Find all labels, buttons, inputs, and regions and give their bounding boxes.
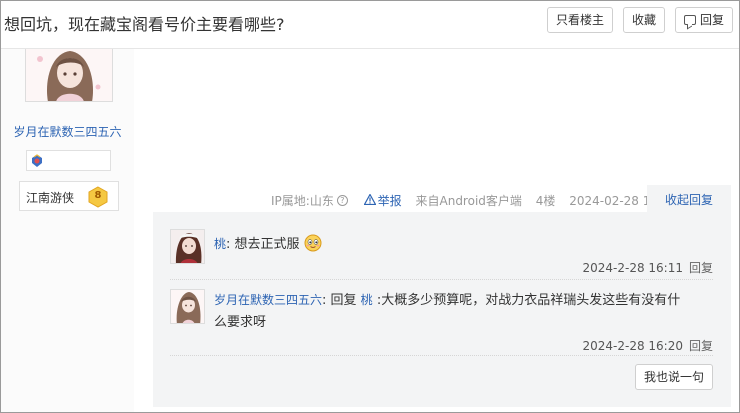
ip-location: IP属地:山东	[271, 194, 334, 208]
smile-emoji-icon	[304, 234, 322, 252]
report-label: 举报	[377, 194, 402, 208]
avatar-image	[171, 290, 204, 323]
post-source: 来自Android客户端	[415, 194, 522, 208]
sub-reply-reply-to[interactable]: 桃	[361, 293, 373, 307]
sub-reply-reply-link[interactable]: 回复	[689, 261, 713, 275]
thread-header: 想回坑，现在藏宝阁看号价主要看哪些? 只看楼主 收藏 回复	[1, 1, 739, 49]
favorite-button[interactable]: 收藏	[623, 7, 665, 33]
author-avatar[interactable]	[25, 49, 113, 102]
sub-reply-text: :大概多少预算呢，对战力衣品祥瑞头发这些有没有什	[372, 293, 681, 308]
author-badge[interactable]	[26, 150, 111, 171]
author-avatar-image	[26, 49, 112, 101]
thread-title: 想回坑，现在藏宝阁看号价主要看哪些?	[4, 15, 285, 34]
sub-reply-time: 2024-2-28 16:20	[582, 339, 683, 353]
level-name: 江南游侠	[26, 191, 75, 205]
sub-reply-footer: 2024-2-28 16:11 回复	[582, 259, 713, 276]
divider	[170, 279, 713, 280]
only-op-button[interactable]: 只看楼主	[547, 7, 613, 33]
sub-reply-time: 2024-2-28 16:11	[582, 261, 683, 275]
sub-reply-reply-word: 回复	[326, 293, 361, 308]
sub-reply-user[interactable]: 岁月在默数三四五六	[214, 293, 322, 307]
sub-reply-reply-link[interactable]: 回复	[689, 339, 713, 353]
reply-button[interactable]: 回复	[675, 7, 733, 33]
collapse-replies-tab[interactable]: 收起回复	[647, 185, 731, 212]
author-column: 岁月在默数三四五六 江南游侠 8	[1, 49, 134, 412]
avatar[interactable]	[170, 229, 205, 264]
warning-icon	[363, 194, 376, 205]
say-something-button[interactable]: 我也说一句	[635, 364, 713, 390]
sub-reply-content: 岁月在默数三四五六: 回复 桃 :大概多少预算呢，对战力衣品祥瑞头发这些有没有什…	[214, 289, 714, 334]
avatar[interactable]	[170, 289, 205, 324]
sub-reply-user[interactable]: 桃	[214, 237, 226, 251]
level-badge-icon: 8	[87, 186, 109, 208]
page-frame: 想回坑，现在藏宝阁看号价主要看哪些? 只看楼主 收藏 回复 岁月在默数三四五六	[0, 0, 740, 413]
reply-button-label: 回复	[699, 13, 724, 27]
avatar-image	[171, 230, 204, 263]
sub-reply-text: 想去正式服	[230, 237, 300, 252]
comment-icon	[683, 15, 696, 25]
help-icon[interactable]: ?	[336, 195, 348, 206]
badge-icon	[32, 154, 42, 167]
sub-reply-panel: 桃: 想去正式服 2024-2-28 16:11 回复 岁月在默数三四五六: 回…	[153, 212, 731, 407]
sub-reply-content: 桃: 想去正式服	[214, 233, 322, 256]
post-meta: IP属地:山东? 举报 来自Android客户端 4楼 2024-02-28 1…	[271, 192, 677, 209]
level-number: 8	[94, 190, 102, 201]
sub-reply-footer: 2024-2-28 16:20 回复	[582, 337, 713, 354]
level-box[interactable]: 江南游侠 8	[19, 181, 119, 211]
author-name[interactable]: 岁月在默数三四五六	[1, 123, 134, 140]
report-link[interactable]: 举报	[363, 192, 402, 209]
divider	[170, 355, 713, 356]
floor-number: 4楼	[535, 194, 556, 208]
sub-reply-text-continued: 么要求呀	[214, 315, 267, 330]
